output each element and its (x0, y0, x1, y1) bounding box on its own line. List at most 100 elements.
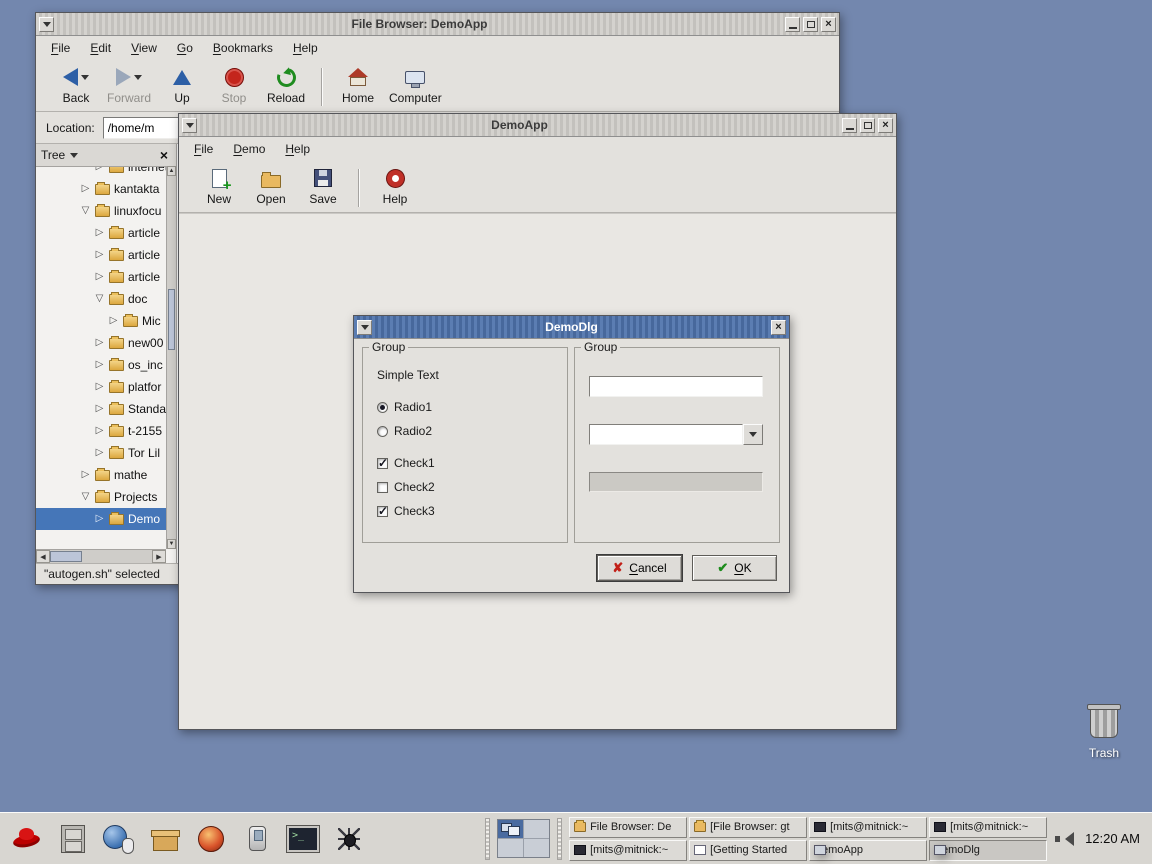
tree-item-mathe[interactable]: ▷mathe (36, 464, 166, 486)
checkbox-icon[interactable] (377, 458, 388, 469)
main-menu-launcher[interactable] (6, 817, 48, 861)
close-button[interactable]: × (771, 320, 786, 335)
scroll-down-arrow-icon[interactable]: ▼ (167, 539, 176, 549)
file-browser-menu-file[interactable]: File (42, 38, 79, 58)
task-button-mits-mitnick[interactable]: [mits@mitnick:~ (569, 840, 687, 861)
workspace-1[interactable] (498, 820, 523, 838)
demoapp-menu-help[interactable]: Help (276, 139, 319, 159)
web-browser-launcher[interactable] (98, 817, 140, 861)
terminal-launcher[interactable] (282, 817, 324, 861)
workspace-2[interactable] (524, 820, 549, 838)
panel-handle[interactable] (557, 818, 562, 860)
task-button-mits-mitnick[interactable]: [mits@mitnick:~ (929, 817, 1047, 838)
tree-item-article[interactable]: ▷article (36, 244, 166, 266)
cancel-button[interactable]: ✘Cancel (597, 555, 682, 581)
workspace-4[interactable] (524, 839, 549, 857)
disclosure-collapsed-icon[interactable]: ▷ (94, 514, 105, 524)
demoapp-menu-file[interactable]: File (185, 139, 222, 159)
radio-button-icon[interactable] (377, 402, 388, 413)
task-button-demoapp[interactable]: DemoApp (809, 840, 927, 861)
disclosure-collapsed-icon[interactable]: ▷ (94, 250, 105, 260)
disclosure-collapsed-icon[interactable]: ▷ (80, 470, 91, 480)
text-entry-field[interactable] (589, 376, 763, 397)
tree-item-mic[interactable]: ▷Mic (36, 310, 166, 332)
file-browser-menu-edit[interactable]: Edit (81, 38, 120, 58)
scroll-up-arrow-icon[interactable]: ▲ (167, 166, 176, 176)
checkbox-icon[interactable] (377, 506, 388, 517)
disclosure-collapsed-icon[interactable]: ▷ (94, 272, 105, 282)
horizontal-scroll-thumb[interactable] (50, 551, 82, 562)
scroll-left-arrow-icon[interactable]: ◀ (36, 550, 50, 563)
close-button[interactable]: × (821, 17, 836, 32)
toolbar-stop-button[interactable]: Stop (208, 63, 260, 106)
tree-item-tor-lil[interactable]: ▷Tor Lil (36, 442, 166, 464)
scroll-right-arrow-icon[interactable]: ▶ (152, 550, 166, 563)
file-browser-menu-help[interactable]: Help (284, 38, 327, 58)
toolbar-forward-button[interactable]: Forward (102, 63, 156, 106)
tree-item-os-inc[interactable]: ▷os_inc (36, 354, 166, 376)
sidebar-view-selector[interactable]: Tree (41, 148, 153, 162)
dropdown-caret-icon[interactable] (134, 75, 142, 80)
window-menu-button[interactable] (39, 17, 54, 32)
trash-desktop-icon[interactable]: Trash (1072, 708, 1136, 760)
task-button-file-browser-gt[interactable]: [File Browser: gt (689, 817, 807, 838)
maximize-button[interactable] (860, 118, 875, 133)
maximize-button[interactable] (803, 17, 818, 32)
toolbar-new-button[interactable]: New (193, 164, 245, 207)
radio-row-radio2[interactable]: Radio2 (377, 424, 432, 438)
checkbox-row-check3[interactable]: Check3 (377, 504, 435, 518)
disclosure-collapsed-icon[interactable]: ▷ (94, 360, 105, 370)
sidebar-close-button[interactable]: × (157, 147, 171, 163)
vertical-scrollbar[interactable]: ▲ ▼ (166, 166, 176, 549)
toolbar-help-button[interactable]: Help (369, 164, 421, 207)
file-browser-titlebar[interactable]: File Browser: DemoApp × (36, 13, 839, 36)
horizontal-scroll-track[interactable] (82, 550, 152, 563)
packages-launcher[interactable] (144, 817, 186, 861)
volume-icon[interactable] (1054, 831, 1072, 847)
web-tool-launcher[interactable] (328, 817, 370, 861)
tree-item-internet[interactable]: ▷internet (36, 167, 166, 178)
disclosure-collapsed-icon[interactable]: ▷ (94, 338, 105, 348)
file-manager-launcher[interactable] (52, 817, 94, 861)
task-button-file-browser-de[interactable]: File Browser: De (569, 817, 687, 838)
tree-item-doc[interactable]: ▽doc (36, 288, 166, 310)
ok-button[interactable]: ✔OK (692, 555, 777, 581)
task-button-getting-started[interactable]: [Getting Started (689, 840, 807, 861)
file-browser-menu-bookmarks[interactable]: Bookmarks (204, 38, 282, 58)
minimize-button[interactable] (842, 118, 857, 133)
toolbar-reload-button[interactable]: Reload (260, 63, 312, 106)
disclosure-expanded-icon[interactable]: ▽ (94, 294, 105, 304)
checkbox-row-check1[interactable]: Check1 (377, 456, 435, 470)
tree-item-kantakta[interactable]: ▷kantakta (36, 178, 166, 200)
window-menu-button[interactable] (357, 320, 372, 335)
disclosure-collapsed-icon[interactable]: ▷ (94, 404, 105, 414)
horizontal-scrollbar[interactable]: ◀ ▶ (36, 549, 166, 563)
checkbox-icon[interactable] (377, 482, 388, 493)
task-button-demodlg[interactable]: DemoDlg (929, 840, 1047, 861)
demoapp-menu-demo[interactable]: Demo (224, 139, 274, 159)
disclosure-expanded-icon[interactable]: ▽ (80, 492, 91, 502)
task-button-mits-mitnick[interactable]: [mits@mitnick:~ (809, 817, 927, 838)
mozilla-launcher[interactable] (190, 817, 232, 861)
toolbar-home-button[interactable]: Home (332, 63, 384, 106)
demodlg-titlebar[interactable]: DemoDlg × (354, 316, 789, 339)
disclosure-collapsed-icon[interactable]: ▷ (94, 426, 105, 436)
toolbar-open-button[interactable]: Open (245, 164, 297, 207)
demoapp-titlebar[interactable]: DemoApp × (179, 114, 896, 137)
vertical-scroll-thumb[interactable] (168, 289, 175, 350)
close-button[interactable]: × (878, 118, 893, 133)
tree-item-article[interactable]: ▷article (36, 266, 166, 288)
disclosure-collapsed-icon[interactable]: ▷ (94, 382, 105, 392)
panel-handle[interactable] (485, 818, 490, 860)
toolbar-up-button[interactable]: Up (156, 63, 208, 106)
hardware-launcher[interactable] (236, 817, 278, 861)
combo-entry-field[interactable] (589, 424, 743, 445)
disclosure-expanded-icon[interactable]: ▽ (80, 206, 91, 216)
disclosure-collapsed-icon[interactable]: ▷ (94, 167, 105, 172)
disclosure-collapsed-icon[interactable]: ▷ (80, 184, 91, 194)
file-browser-menu-view[interactable]: View (122, 38, 166, 58)
radio-button-icon[interactable] (377, 426, 388, 437)
file-browser-menu-go[interactable]: Go (168, 38, 202, 58)
trash-can-icon[interactable] (1090, 708, 1118, 738)
dropdown-caret-icon[interactable] (81, 75, 89, 80)
